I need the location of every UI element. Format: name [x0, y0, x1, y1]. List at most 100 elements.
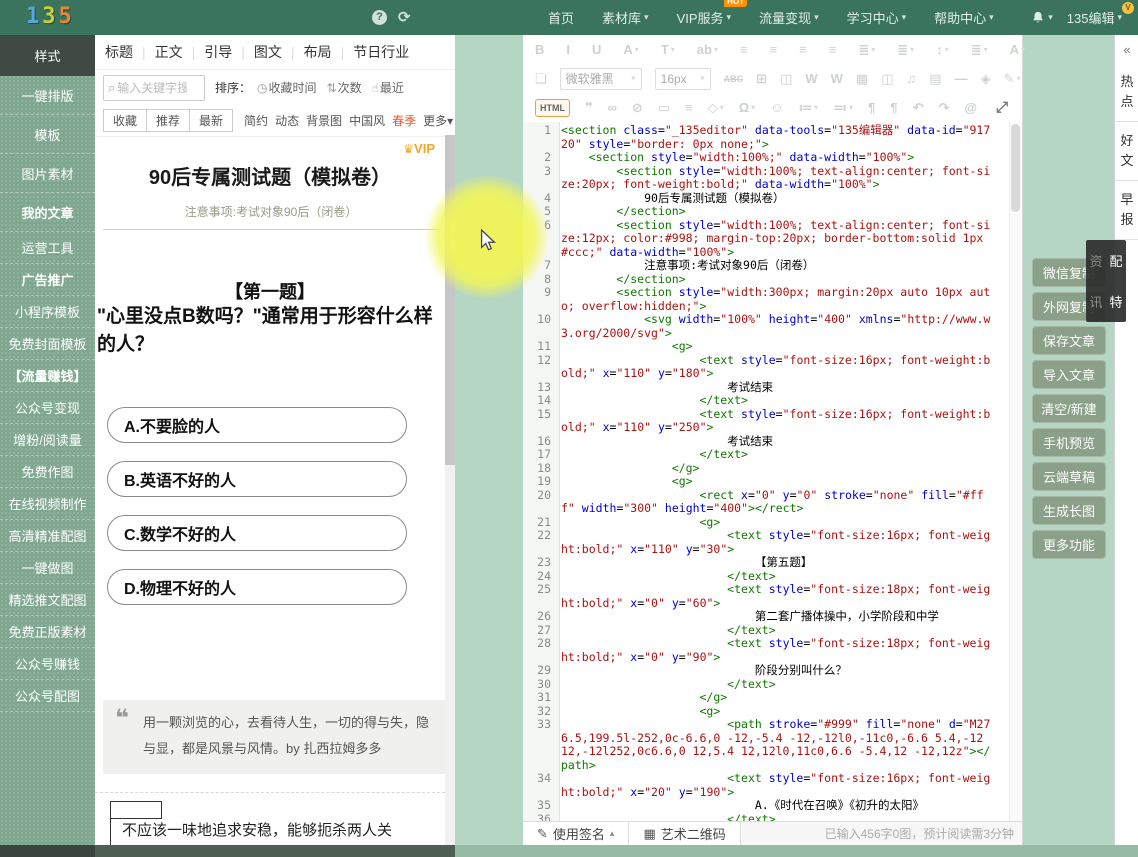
sidebar-item-traffic-money[interactable]: 【流量赚钱】 [0, 360, 95, 392]
format-brush-icon[interactable]: ✎▾ [1004, 71, 1021, 87]
text-style-icon[interactable]: T▾ [661, 42, 675, 57]
sort-option-use-count[interactable]: ⇅次数 [327, 79, 362, 96]
code-line[interactable]: 15 <text style="font-size:16px; font-wei… [523, 408, 1008, 435]
filter-link-background[interactable]: 背景图 [306, 112, 342, 129]
refresh-icon[interactable]: ⟳ [398, 8, 411, 26]
sidebar-item-free-stock-material[interactable]: 免费正版素材 [0, 616, 95, 648]
html-source-button[interactable]: HTML [535, 99, 570, 117]
nav-item-material-library[interactable]: 素材库▾ [602, 8, 649, 27]
sidebar-item-image-material[interactable]: 图片素材 [0, 154, 95, 193]
underline-icon[interactable]: U [592, 42, 601, 57]
filter-link-chinese-style[interactable]: 中国风 [349, 112, 385, 129]
sidebar-item-free-cover-templates[interactable]: 免费封面模板 [0, 328, 95, 360]
filter-button-2[interactable]: 最新 [189, 109, 233, 132]
code-line[interactable]: 28 <text style="font-size:18px; font-wei… [523, 637, 1008, 664]
code-line[interactable]: 16 考试结束 [523, 435, 1008, 449]
code-line[interactable]: 2 <section style="width:100%;" data-widt… [523, 151, 1008, 165]
ordered-list-icon[interactable]: ≔▾ [798, 100, 818, 116]
style-tab-4[interactable]: 布局 [304, 42, 332, 62]
code-line[interactable]: 31 </g> [523, 691, 1008, 705]
sidebar-item-my-articles[interactable]: 我的文章 [0, 193, 95, 232]
align-right-icon[interactable]: ≡ [799, 42, 807, 57]
sort-option-favorite-time[interactable]: ◷收藏时间 [257, 79, 317, 96]
nav-item-home[interactable]: 首页 [548, 8, 574, 27]
sidebar-item-free-design[interactable]: 免费作图 [0, 456, 95, 488]
font-size-select[interactable]: 16px▾ [655, 68, 711, 90]
scrollbar-thumb[interactable] [1011, 124, 1020, 212]
sidebar-item-account-earning[interactable]: 公众号赚钱 [0, 648, 95, 680]
save-article-button[interactable]: 保存文章 [1032, 326, 1106, 355]
sidebar-item-featured-post-images[interactable]: 精选推文配图 [0, 584, 95, 616]
code-line[interactable]: 14 </text> [523, 394, 1008, 408]
mention-icon[interactable]: @ [964, 100, 977, 115]
link-icon[interactable]: ∞ [608, 100, 617, 115]
code-line[interactable]: 18 </g> [523, 462, 1008, 476]
sidebar-item-style[interactable]: 样式 [0, 35, 95, 76]
bold-icon[interactable]: B [535, 42, 544, 57]
code-line[interactable]: 10 <svg width="100%" height="400" xmlns=… [523, 313, 1008, 340]
italic-icon[interactable]: I [566, 42, 570, 57]
filter-link-simple[interactable]: 简约 [244, 112, 268, 129]
code-line[interactable]: 6 <section style="width:100%; text-align… [523, 219, 1008, 260]
clear-new-button[interactable]: 清空/新建 [1032, 394, 1106, 423]
collapse-panel-button[interactable]: « [1115, 35, 1138, 63]
code-line[interactable]: 20 <rect x="0" y="0" stroke="none" fill=… [523, 489, 1008, 516]
emoji-icon[interactable]: ☺ [770, 100, 783, 115]
sidebar-item-one-click-design[interactable]: 一键做图 [0, 552, 95, 584]
more-features-button[interactable]: 更多功能 [1032, 530, 1106, 559]
code-line[interactable]: 5 </section> [523, 205, 1008, 219]
code-area[interactable]: 1<section class="_135editor" data-tools=… [523, 122, 1022, 822]
code-line[interactable]: 7 注意事项:考试对象90后（闭卷） [523, 259, 1008, 273]
paragraph-forward-icon[interactable]: ¶ [868, 100, 875, 115]
align-justify-icon[interactable]: ≡ [829, 42, 837, 57]
code-line[interactable]: 8 </section> [523, 273, 1008, 287]
code-line[interactable]: 35 A.《时代在召唤》《初升的太阳》 [523, 799, 1008, 813]
help-icon[interactable]: ? [372, 10, 387, 25]
insert-template-icon[interactable]: ◇▾ [708, 100, 724, 116]
code-line[interactable]: 26 第二套广播体操中，小学阶段和中学 [523, 610, 1008, 624]
scrollbar-thumb[interactable] [445, 135, 455, 465]
code-line[interactable]: 11 <g> [523, 340, 1008, 354]
code-line[interactable]: 29 阶段分别叫什么？ [523, 664, 1008, 678]
sidebar-item-mini-program-templates[interactable]: 小程序模板 [0, 296, 95, 328]
style-tab-0[interactable]: 标题 [105, 42, 133, 62]
filter-button-0[interactable]: 收藏 [103, 109, 147, 132]
gallery-icon[interactable]: ◫ [881, 71, 893, 87]
undo-icon[interactable]: ↶ [913, 100, 924, 116]
code-line[interactable]: 23 【第五题】 [523, 556, 1008, 570]
filter-link-spring[interactable]: 春季 [392, 112, 416, 129]
unordered-list-icon[interactable]: ≕▾ [833, 100, 853, 116]
code-scrollbar[interactable] [1009, 122, 1022, 822]
word-paste-icon[interactable]: W [805, 71, 817, 86]
cloud-draft-button[interactable]: 云端草稿 [1032, 462, 1106, 491]
indent-icon[interactable]: ≣▾ [858, 42, 875, 58]
style-tab-3[interactable]: 图文 [254, 42, 282, 62]
image-text-icon[interactable]: ◫ [780, 71, 792, 87]
nav-item-learning-center[interactable]: 学习中心▾ [847, 8, 907, 27]
code-line[interactable]: 21 <g> [523, 516, 1008, 530]
music-icon[interactable]: ♫ [907, 71, 917, 86]
code-line[interactable]: 1<section class="_135editor" data-tools=… [523, 124, 1008, 151]
strikethrough-icon[interactable]: ABC [724, 74, 744, 84]
para-spacing-icon[interactable]: ≣▾ [971, 42, 988, 58]
code-line[interactable]: 24 </text> [523, 570, 1008, 584]
nav-item-help-center[interactable]: 帮助中心▾ [934, 8, 994, 27]
code-line[interactable]: 33 <path stroke="#999" fill="none" d="M2… [523, 718, 1008, 772]
blockquote-icon[interactable]: ❞ [585, 100, 593, 116]
word-import-icon[interactable]: W [831, 71, 843, 86]
sort-option-recent[interactable]: ☝最近 [372, 79, 404, 96]
sidebar-item-ad-promotion[interactable]: 广告推广 [0, 264, 95, 296]
align-left-icon[interactable]: ≡ [740, 42, 748, 57]
font-family-select[interactable]: 微软雅黑▾ [560, 68, 642, 90]
import-article-button[interactable]: 导入文章 [1032, 360, 1106, 389]
code-line[interactable]: 34 <text style="font-size:16px; font-wei… [523, 772, 1008, 799]
code-line[interactable]: 9 <section style="width:300px; margin:20… [523, 286, 1008, 313]
phone-preview-button[interactable]: 手机预览 [1032, 428, 1106, 457]
template-preview-card[interactable]: ♛VIP 90后专属测试题（模拟卷） 注意事项:考试对象90后（闭卷） 【第一题… [95, 135, 445, 845]
image-icon[interactable]: ▦ [856, 71, 868, 87]
sidebar-item-online-video[interactable]: 在线视频制作 [0, 488, 95, 520]
code-line[interactable]: 4 90后专属测试题（模拟卷） [523, 192, 1008, 206]
code-line[interactable]: 19 <g> [523, 475, 1008, 489]
redo-icon[interactable]: ↷ [939, 100, 950, 116]
sidebar-item-one-click-layout[interactable]: 一键排版 [0, 76, 95, 115]
